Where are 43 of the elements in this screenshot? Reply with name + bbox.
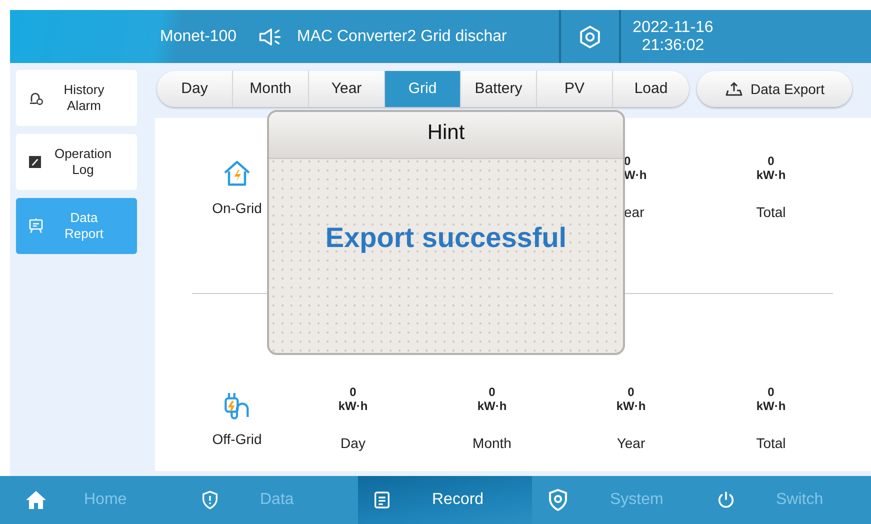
row-label: On-Grid — [212, 198, 262, 218]
nav-tab[interactable]: Record — [358, 476, 532, 524]
home-icon — [24, 488, 48, 512]
document-icon — [372, 490, 392, 510]
energy-unit: W·h — [624, 168, 647, 182]
report-icon — [27, 217, 45, 235]
export-button[interactable]: Data Export — [697, 71, 852, 107]
energy-value: 0 — [628, 384, 634, 398]
period-label: Total — [756, 434, 786, 452]
energy-value: 0 — [768, 154, 774, 168]
tab[interactable]: Battery — [461, 71, 537, 107]
dialog-title: Hint — [269, 112, 623, 159]
period-label: Day — [340, 434, 366, 453]
tab[interactable]: Load — [613, 71, 689, 107]
energy-unit: kW·h — [616, 398, 646, 412]
period-label: Month — [472, 434, 512, 452]
log-icon — [27, 154, 43, 170]
energy-value: 0 — [488, 384, 496, 398]
sidebar-item[interactable]: History Alarm — [16, 70, 137, 126]
tab[interactable]: Month — [233, 71, 309, 107]
sidebar-item[interactable]: Operation Log — [16, 134, 137, 190]
shield-icon — [200, 490, 220, 510]
tab[interactable]: PV — [537, 71, 613, 107]
shield-gear-icon — [546, 488, 570, 512]
dialog-message: Export successful — [324, 221, 568, 255]
energy-value: 0 — [768, 384, 774, 398]
energy-unit: kW·h — [756, 168, 786, 182]
tab[interactable]: Day — [157, 71, 233, 107]
device-title: Monet-100 — [159, 26, 238, 46]
power-icon — [716, 490, 736, 510]
period-label: ear — [624, 202, 644, 222]
row-label: Off-Grid — [212, 430, 262, 448]
energy-unit: kW·h — [338, 398, 368, 412]
upload-icon — [724, 80, 743, 98]
date-text: 2022-11-16 — [632, 18, 714, 36]
period-label: Year — [616, 434, 646, 452]
energy-value: 0 — [350, 384, 356, 398]
settings-icon — [577, 24, 603, 50]
energy-unit: kW·h — [477, 398, 507, 412]
energy-unit: kW·h — [756, 398, 786, 412]
period-label: Total — [756, 202, 786, 222]
alarm-message: MAC Converter2 Grid dischar — [296, 26, 508, 46]
time-text: 21:36:02 — [640, 36, 706, 54]
